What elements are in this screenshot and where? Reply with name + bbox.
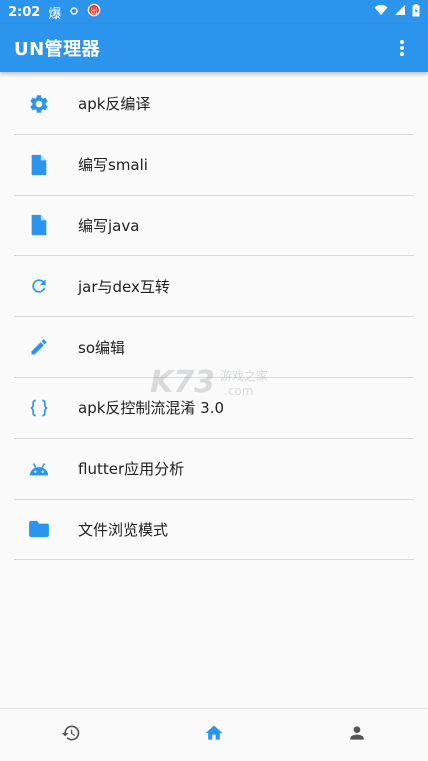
menu-item-label: apk反控制流混淆 3.0 — [78, 399, 225, 418]
more-vert-icon[interactable] — [390, 36, 414, 60]
sync-icon — [69, 5, 79, 20]
menu-item-write-java[interactable]: 编写java — [14, 196, 414, 257]
menu-item-label: apk反编译 — [78, 95, 151, 114]
battery-icon — [412, 3, 420, 21]
menu-item-flutter-analysis[interactable]: flutter应用分析 — [14, 439, 414, 500]
menu-item-so-edit[interactable]: so编辑 — [14, 317, 414, 378]
menu-item-label: 文件浏览模式 — [78, 520, 169, 539]
menu-item-apk-decompile[interactable]: apk反编译 — [14, 74, 414, 135]
menu-item-label: jar与dex互转 — [78, 277, 170, 296]
home-icon — [204, 723, 224, 747]
menu-item-label: so编辑 — [78, 338, 125, 357]
document-icon — [14, 154, 64, 176]
document-icon — [14, 214, 64, 236]
menu-list: apk反编译 编写smali 编写java jar与dex互转 so编辑 apk… — [14, 74, 414, 561]
app-notification-icon: 出 — [87, 3, 101, 21]
menu-item-apk-deobfuscate[interactable]: apk反控制流混淆 3.0 — [14, 378, 414, 439]
menu-item-file-browse[interactable]: 文件浏览模式 — [14, 500, 414, 561]
menu-item-jar-dex-convert[interactable]: jar与dex互转 — [14, 256, 414, 318]
nav-home[interactable] — [184, 715, 244, 755]
bottom-navigation — [0, 708, 428, 761]
history-icon — [61, 723, 81, 747]
person-icon — [347, 723, 367, 747]
android-icon — [14, 461, 64, 477]
nav-history[interactable] — [41, 715, 101, 755]
notification-glyph: 爆 — [48, 6, 62, 22]
pencil-icon — [14, 337, 64, 357]
signal-icon — [394, 4, 406, 20]
refresh-icon — [14, 276, 64, 296]
nav-profile[interactable] — [327, 715, 387, 755]
status-bar: 2:02 爆 出 — [0, 0, 428, 24]
braces-icon — [14, 398, 64, 418]
folder-icon — [14, 520, 64, 538]
menu-item-write-smali[interactable]: 编写smali — [14, 135, 414, 196]
svg-text:出: 出 — [91, 6, 98, 15]
menu-item-label: flutter应用分析 — [78, 460, 185, 479]
status-time: 2:02 — [8, 4, 41, 20]
app-title: UN管理器 — [14, 39, 101, 60]
gear-icon — [14, 93, 64, 115]
menu-item-label: 编写smali — [78, 156, 148, 175]
menu-item-label: 编写java — [78, 216, 140, 235]
app-bar: UN管理器 — [0, 24, 428, 72]
wifi-icon — [374, 4, 388, 20]
